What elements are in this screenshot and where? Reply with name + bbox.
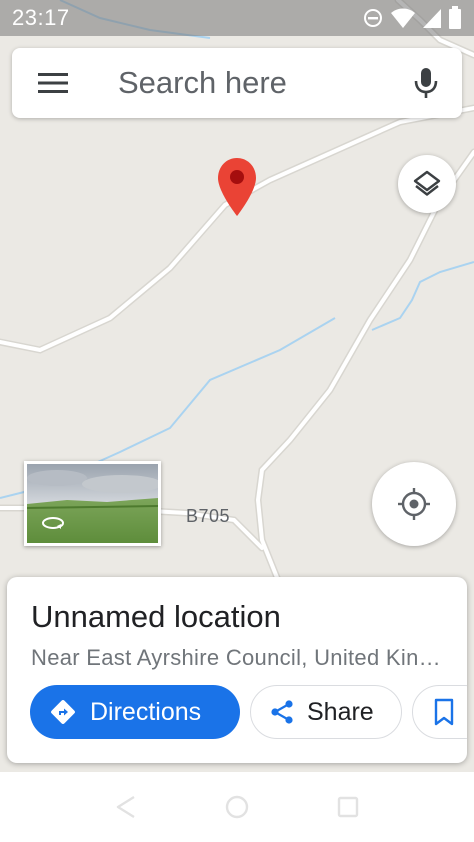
maps-screen: 23:17 Search here B705 Unnamed location …	[0, 0, 474, 842]
place-title: Unnamed location	[31, 599, 281, 634]
my-location-icon	[398, 488, 430, 520]
directions-icon	[51, 700, 75, 724]
360-rotate-icon	[42, 517, 64, 529]
street-view-thumbnail[interactable]	[24, 461, 161, 546]
menu-button[interactable]	[12, 48, 94, 118]
my-location-button[interactable]	[372, 462, 456, 546]
microphone-icon	[414, 68, 438, 98]
home-button[interactable]	[213, 783, 261, 831]
recents-button[interactable]	[324, 783, 372, 831]
do-not-disturb-icon	[364, 9, 382, 27]
status-icons	[362, 6, 462, 30]
back-button[interactable]	[102, 783, 150, 831]
share-label: Share	[307, 697, 374, 726]
road-label: B705	[186, 506, 231, 526]
search-input[interactable]: Search here	[94, 65, 390, 101]
layers-button[interactable]	[398, 155, 456, 213]
back-icon	[116, 795, 135, 819]
hamburger-menu-icon	[38, 73, 68, 93]
system-nav-bar	[0, 772, 474, 842]
save-button[interactable]	[412, 685, 467, 739]
place-subtitle: Near East Ayrshire Council, United Kingd…	[31, 645, 449, 670]
share-icon	[271, 700, 293, 724]
layers-icon	[413, 170, 441, 196]
bookmark-icon	[434, 698, 454, 726]
place-card[interactable]: Unnamed location Near East Ayrshire Coun…	[7, 577, 467, 763]
status-bar: 23:17	[0, 0, 474, 36]
street-view-image	[27, 464, 158, 543]
directions-label: Directions	[90, 697, 202, 726]
wifi-icon	[391, 8, 415, 28]
search-bar[interactable]: Search here	[12, 48, 462, 118]
place-actions: Directions Share	[30, 685, 467, 739]
status-time: 23:17	[12, 5, 70, 30]
directions-button[interactable]: Directions	[30, 685, 240, 739]
home-icon	[225, 795, 249, 819]
voice-search-button[interactable]	[390, 48, 462, 118]
battery-icon	[449, 6, 461, 29]
share-button[interactable]: Share	[250, 685, 402, 739]
recents-icon	[338, 796, 359, 818]
cell-signal-icon	[423, 9, 441, 28]
